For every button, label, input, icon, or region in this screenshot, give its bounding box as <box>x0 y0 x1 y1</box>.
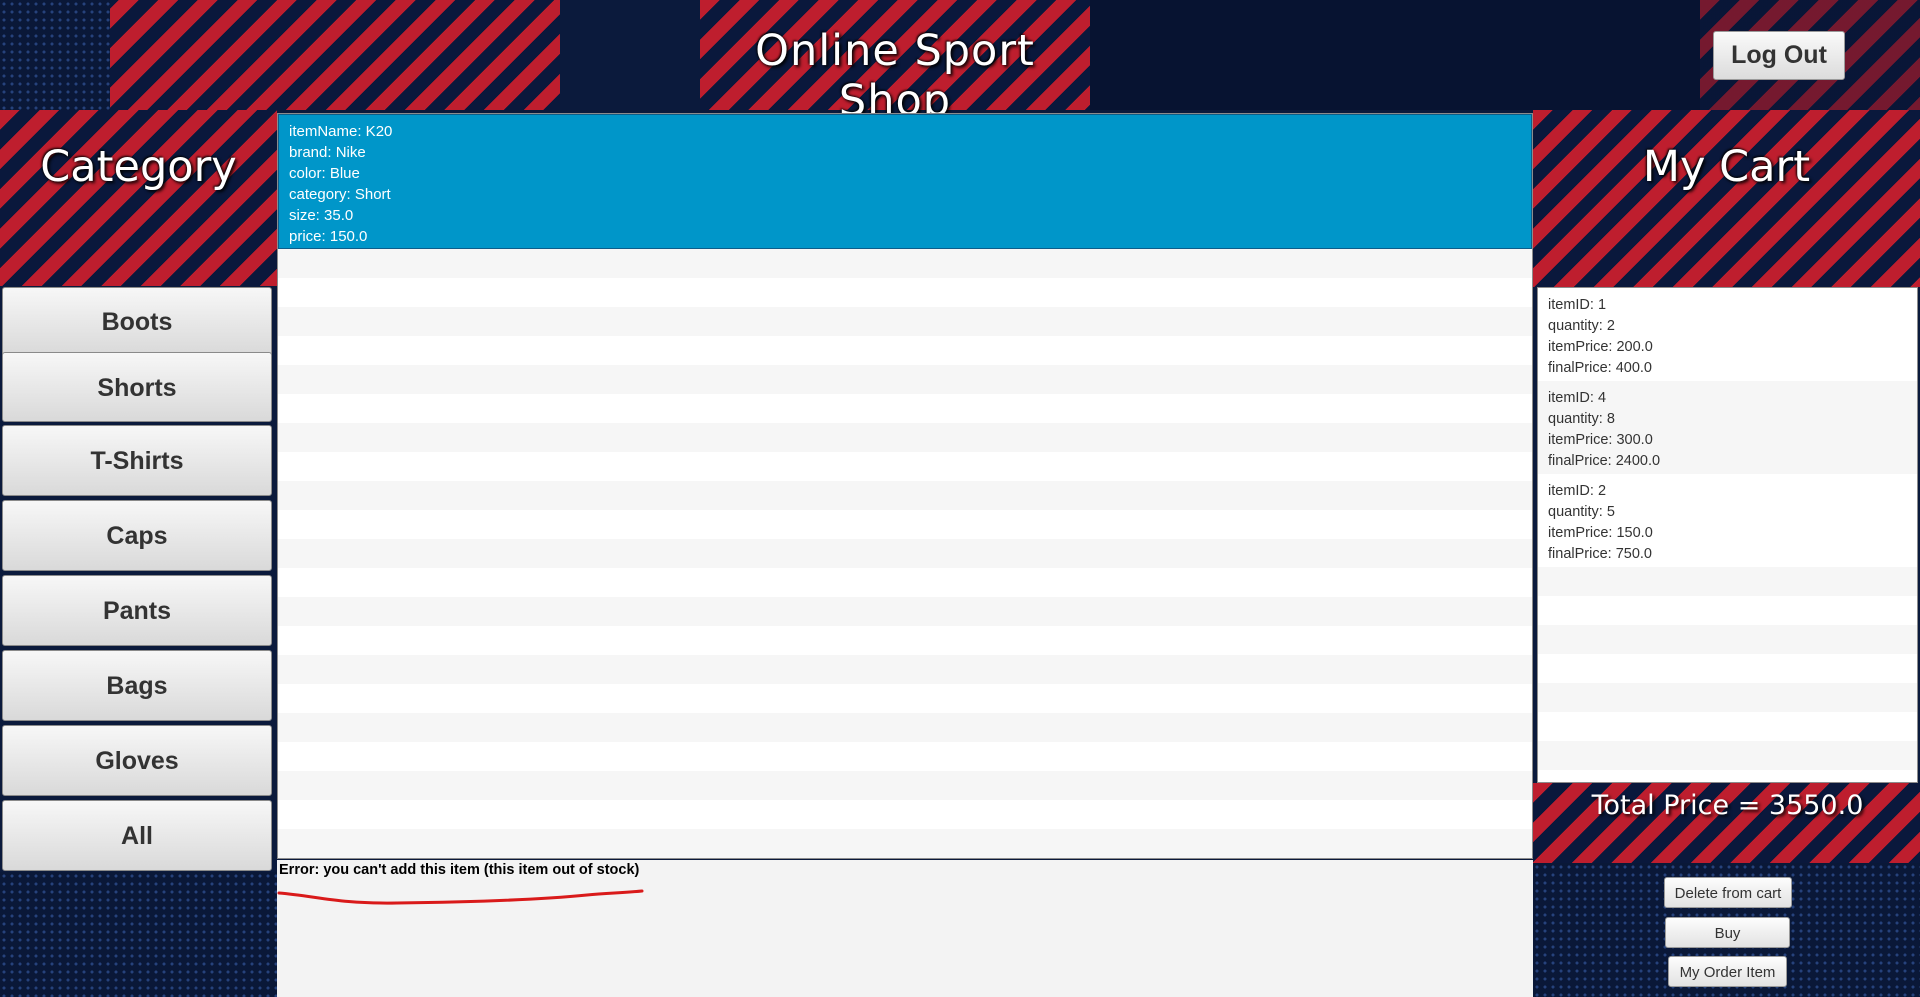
cart-empty-row[interactable] <box>1538 625 1917 654</box>
list-row[interactable] <box>278 771 1532 800</box>
cart-item-price: itemPrice: 300.0 <box>1548 432 1653 448</box>
list-row[interactable] <box>278 423 1532 452</box>
cart-item[interactable]: itemID: 4 quantity: 8 itemPrice: 300.0 f… <box>1538 381 1917 474</box>
list-row[interactable] <box>278 800 1532 829</box>
item-list-empty-rows <box>278 249 1532 858</box>
delete-from-cart-button[interactable]: Delete from cart <box>1664 877 1792 908</box>
cart-empty-row[interactable] <box>1538 596 1917 625</box>
list-row[interactable] <box>278 452 1532 481</box>
sidebar-bottom-texture <box>0 872 277 997</box>
cart-item-price: itemPrice: 150.0 <box>1548 525 1653 541</box>
item-size-line: size: 35.0 <box>289 207 354 224</box>
item-brand-line: brand: Nike <box>289 144 366 161</box>
cart-heading-panel <box>1533 110 1920 287</box>
category-button-shorts[interactable]: Shorts <box>2 352 272 422</box>
cart-item-price: itemPrice: 200.0 <box>1548 339 1653 355</box>
logout-button[interactable]: Log Out <box>1713 31 1845 80</box>
error-message: Error: you can't add this item (this ite… <box>279 862 640 878</box>
total-price: Total Price = 3550.0 <box>1591 790 1864 821</box>
buy-button[interactable]: Buy <box>1665 917 1790 948</box>
cart-heading: My Cart <box>1642 142 1811 192</box>
list-row[interactable] <box>278 626 1532 655</box>
my-order-item-button[interactable]: My Order Item <box>1668 956 1787 987</box>
category-heading-panel <box>0 110 277 286</box>
cart-item-final-price: finalPrice: 2400.0 <box>1548 453 1661 469</box>
item-price-line: price: 150.0 <box>289 228 368 245</box>
cart-empty-row[interactable] <box>1538 654 1917 683</box>
list-row[interactable] <box>278 365 1532 394</box>
cart-item-id: itemID: 1 <box>1548 297 1607 313</box>
list-row[interactable] <box>278 336 1532 365</box>
category-button-all[interactable]: All <box>2 800 272 871</box>
list-row[interactable] <box>278 307 1532 336</box>
error-underline-annotation <box>277 889 644 905</box>
cart-empty-row[interactable] <box>1538 683 1917 712</box>
list-row[interactable] <box>278 713 1532 742</box>
cart-empty-row[interactable] <box>1538 567 1917 596</box>
item-name-line: itemName: K20 <box>289 123 393 140</box>
list-row[interactable] <box>278 829 1532 858</box>
list-row[interactable] <box>278 684 1532 713</box>
cart-item-final-price: finalPrice: 400.0 <box>1548 360 1652 376</box>
item-category-line: category: Short <box>289 186 391 203</box>
cart-item-id: itemID: 2 <box>1548 483 1607 499</box>
item-list-row-selected[interactable]: itemName: K20 brand: Nike color: Blue ca… <box>278 114 1532 249</box>
cart-item-id: itemID: 4 <box>1548 390 1607 406</box>
cart-list[interactable]: itemID: 1 quantity: 2 itemPrice: 200.0 f… <box>1537 287 1918 783</box>
header-left-texture <box>0 0 110 110</box>
list-row[interactable] <box>278 597 1532 626</box>
list-row[interactable] <box>278 278 1532 307</box>
cart-item[interactable]: itemID: 1 quantity: 2 itemPrice: 200.0 f… <box>1538 288 1917 381</box>
message-area <box>277 860 1533 997</box>
cart-item[interactable]: itemID: 2 quantity: 5 itemPrice: 150.0 f… <box>1538 474 1917 567</box>
cart-item-quantity: quantity: 8 <box>1548 411 1615 427</box>
cart-item-final-price: finalPrice: 750.0 <box>1548 546 1652 562</box>
category-button-caps[interactable]: Caps <box>2 500 272 571</box>
item-color-line: color: Blue <box>289 165 360 182</box>
list-row[interactable] <box>278 568 1532 597</box>
list-row[interactable] <box>278 742 1532 771</box>
list-row[interactable] <box>278 394 1532 423</box>
category-button-gloves[interactable]: Gloves <box>2 725 272 796</box>
category-button-bags[interactable]: Bags <box>2 650 272 721</box>
app-title: Online Sport Shop <box>755 26 1035 126</box>
list-row[interactable] <box>278 249 1532 278</box>
category-button-pants[interactable]: Pants <box>2 575 272 646</box>
item-list[interactable]: itemName: K20 brand: Nike color: Blue ca… <box>277 113 1533 859</box>
cart-empty-row[interactable] <box>1538 741 1917 770</box>
category-heading: Category <box>40 142 237 192</box>
list-row[interactable] <box>278 539 1532 568</box>
category-button-boots[interactable]: Boots <box>2 287 272 356</box>
cart-empty-row[interactable] <box>1538 712 1917 741</box>
list-row[interactable] <box>278 655 1532 684</box>
list-row[interactable] <box>278 510 1532 539</box>
category-button-t-shirts[interactable]: T-Shirts <box>2 425 272 496</box>
list-row[interactable] <box>278 481 1532 510</box>
cart-item-quantity: quantity: 2 <box>1548 318 1615 334</box>
cart-item-quantity: quantity: 5 <box>1548 504 1615 520</box>
